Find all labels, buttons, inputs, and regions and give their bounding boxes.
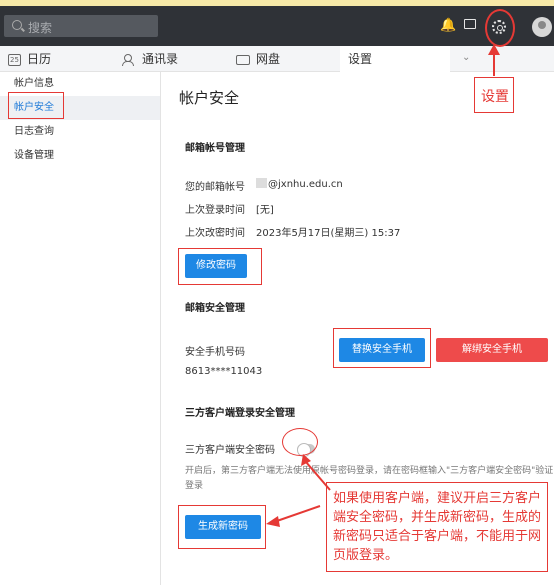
toggle-arrow-head: [301, 454, 311, 466]
settings-arrow-head: [488, 44, 500, 55]
generate-arrow-head: [266, 516, 280, 527]
generate-arrow-line: [273, 505, 321, 523]
annotation-arrows: [266, 44, 500, 527]
toggle-arrow-line: [305, 461, 331, 491]
